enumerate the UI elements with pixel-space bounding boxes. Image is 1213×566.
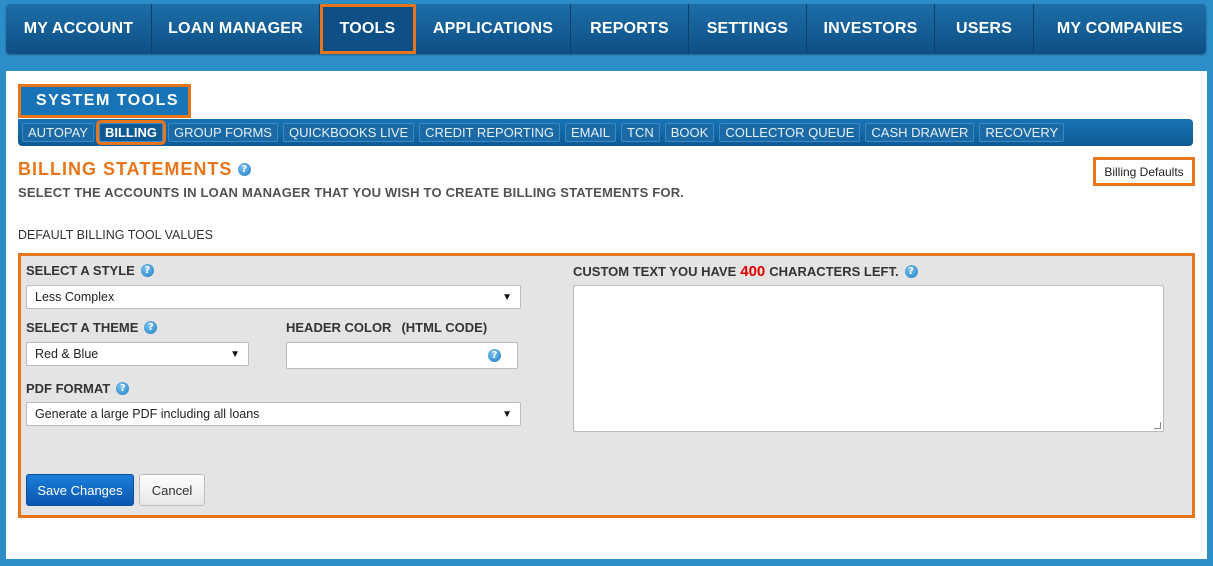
style-select-value: Less Complex bbox=[35, 290, 115, 304]
custom-text-suffix: CHARACTERS LEFT. bbox=[769, 264, 899, 279]
help-icon[interactable]: ? bbox=[488, 349, 501, 362]
help-icon[interactable]: ? bbox=[904, 265, 918, 278]
help-icon[interactable]: ? bbox=[144, 321, 158, 334]
pdf-format-select[interactable]: Generate a large PDF including all loans… bbox=[26, 402, 521, 426]
help-icon[interactable]: ? bbox=[140, 264, 154, 277]
header-color-input[interactable]: ? bbox=[286, 342, 518, 369]
subnav-quickbooks-live[interactable]: QUICKBOOKS LIVE bbox=[282, 123, 415, 142]
custom-text-prefix: CUSTOM TEXT YOU HAVE bbox=[573, 264, 737, 279]
subnav-cash-drawer[interactable]: CASH DRAWER bbox=[865, 123, 975, 142]
billing-form: SELECT A STYLE ? Less Complex ▼ SELECT A… bbox=[18, 253, 1195, 518]
custom-text-textarea[interactable] bbox=[573, 285, 1164, 432]
style-label-text: SELECT A STYLE bbox=[26, 263, 135, 278]
subnav-billing[interactable]: BILLING bbox=[95, 120, 166, 145]
subnav-group-forms[interactable]: GROUP FORMS bbox=[167, 123, 278, 142]
nav-loan-manager[interactable]: LOAN MANAGER bbox=[152, 4, 320, 54]
characters-left-count: 400 bbox=[740, 263, 766, 280]
page-title-text: BILLING STATEMENTS bbox=[18, 159, 233, 179]
page-title: BILLING STATEMENTS ? bbox=[18, 159, 252, 180]
pdf-format-select-value: Generate a large PDF including all loans bbox=[35, 407, 260, 421]
nav-my-account[interactable]: MY ACCOUNT bbox=[6, 4, 152, 54]
subnav-tcn[interactable]: TCN bbox=[621, 123, 660, 142]
nav-my-companies[interactable]: MY COMPANIES bbox=[1034, 4, 1206, 54]
chevron-down-icon: ▼ bbox=[230, 348, 240, 360]
custom-text-label: CUSTOM TEXT YOU HAVE 400 CHARACTERS LEFT… bbox=[573, 263, 918, 280]
nav-investors[interactable]: INVESTORS bbox=[807, 4, 935, 54]
subnav-email[interactable]: EMAIL bbox=[565, 123, 617, 142]
top-nav: MY ACCOUNT LOAN MANAGER TOOLS APPLICATIO… bbox=[6, 4, 1206, 54]
style-select[interactable]: Less Complex ▼ bbox=[26, 285, 521, 309]
theme-label: SELECT A THEME ? bbox=[26, 320, 158, 335]
system-tools-title: SYSTEM TOOLS bbox=[18, 84, 191, 118]
theme-select-value: Red & Blue bbox=[35, 347, 99, 361]
sub-nav: AUTOPAY BILLING GROUP FORMS QUICKBOOKS L… bbox=[18, 119, 1193, 146]
theme-label-text: SELECT A THEME bbox=[26, 320, 139, 335]
subnav-autopay[interactable]: AUTOPAY bbox=[22, 123, 94, 142]
page-subtitle: SELECT THE ACCOUNTS IN LOAN MANAGER THAT… bbox=[18, 185, 685, 200]
nav-reports[interactable]: REPORTS bbox=[571, 4, 689, 54]
default-values-label: DEFAULT BILLING TOOL VALUES bbox=[18, 228, 213, 242]
header-color-label: HEADER COLOR (HTML CODE) bbox=[286, 320, 487, 335]
subnav-book[interactable]: BOOK bbox=[664, 123, 715, 142]
nav-tools[interactable]: TOOLS bbox=[320, 4, 416, 54]
billing-defaults-button[interactable]: Billing Defaults bbox=[1093, 157, 1195, 186]
content-panel: SYSTEM TOOLS AUTOPAY BILLING GROUP FORMS… bbox=[6, 71, 1207, 559]
help-icon[interactable]: ? bbox=[116, 382, 130, 395]
pdf-format-label-text: PDF FORMAT bbox=[26, 381, 111, 396]
header-color-label-text: HEADER COLOR bbox=[286, 320, 392, 335]
chevron-down-icon: ▼ bbox=[502, 408, 512, 420]
subnav-collector-queue[interactable]: COLLECTOR QUEUE bbox=[719, 123, 861, 142]
nav-settings[interactable]: SETTINGS bbox=[689, 4, 807, 54]
style-label: SELECT A STYLE ? bbox=[26, 263, 154, 278]
header-color-hint: (HTML CODE) bbox=[401, 320, 488, 335]
save-changes-button[interactable]: Save Changes bbox=[26, 474, 134, 506]
subnav-recovery[interactable]: RECOVERY bbox=[979, 123, 1065, 142]
nav-users[interactable]: USERS bbox=[935, 4, 1034, 54]
chevron-down-icon: ▼ bbox=[502, 291, 512, 303]
pdf-format-label: PDF FORMAT ? bbox=[26, 381, 130, 396]
theme-select[interactable]: Red & Blue ▼ bbox=[26, 342, 249, 366]
nav-applications[interactable]: APPLICATIONS bbox=[416, 4, 571, 54]
cancel-button[interactable]: Cancel bbox=[139, 474, 205, 506]
help-icon[interactable]: ? bbox=[238, 163, 252, 176]
subnav-credit-reporting[interactable]: CREDIT REPORTING bbox=[419, 123, 560, 142]
